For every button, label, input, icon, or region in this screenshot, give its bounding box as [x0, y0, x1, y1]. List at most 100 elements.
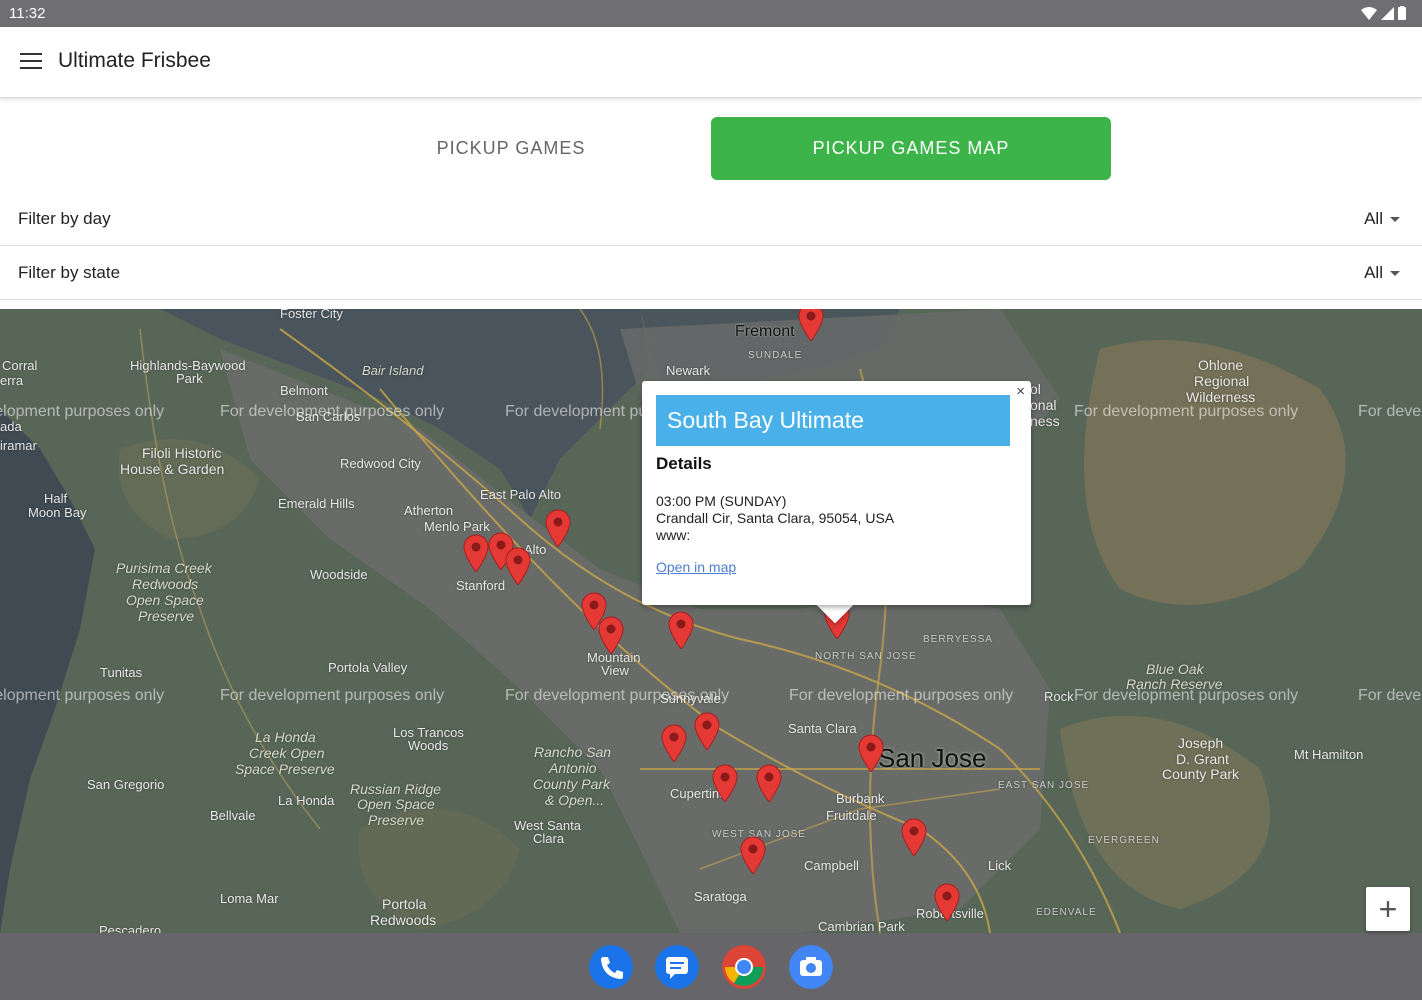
map-label-pescadero: Pescadero — [99, 923, 162, 933]
map-pin-marker[interactable] — [660, 724, 688, 762]
filter-state-select[interactable]: All — [1364, 263, 1400, 283]
map-label-sundale: SUNDALE — [748, 350, 803, 361]
zoom-in-button[interactable]: + — [1366, 887, 1410, 931]
open-in-map-link[interactable]: Open in map — [656, 559, 736, 575]
map-label-rancho-4: & Open... — [545, 792, 605, 808]
map-label-east-palo-alto: East Palo Alto — [480, 487, 561, 502]
map-pin-marker[interactable] — [597, 616, 625, 654]
map-label-purisima-1: Purisima Creek — [116, 560, 212, 576]
filter-day-value: All — [1364, 209, 1383, 228]
map-label-onal: onal — [1030, 397, 1057, 413]
map-label-east-san-jose: EAST SAN JOSE — [998, 780, 1090, 791]
game-website: www: — [656, 527, 691, 543]
map-label-san-gregorio: San Gregorio — [87, 777, 165, 792]
filter-state-value: All — [1364, 263, 1383, 282]
map-label-woodside: Woodside — [310, 567, 368, 582]
navigation-bar — [0, 933, 1422, 1000]
filter-state-row[interactable]: Filter by state All — [0, 246, 1422, 300]
map-pin-marker[interactable] — [693, 712, 721, 750]
map-label-purisima-4: Preserve — [138, 608, 195, 624]
map-label-saratoga: Saratoga — [694, 889, 747, 904]
map-label-joseph-2: D. Grant — [1176, 751, 1229, 767]
map-label-emerald-hills: Emerald Hills — [278, 496, 355, 511]
map-label-edenvale: EDENVALE — [1036, 907, 1097, 918]
wifi-icon — [1361, 6, 1377, 20]
map-label-burbank: Burbank — [836, 791, 885, 806]
map-label-la-honda: La Honda — [278, 793, 335, 808]
map-label-half: Half — [44, 491, 68, 506]
info-window: × South Bay Ultimate Details 03:00 PM (S… — [642, 381, 1031, 605]
dropdown-arrow-icon — [1390, 270, 1400, 276]
map-label-ness: ness — [1030, 413, 1060, 429]
info-window-title: South Bay Ultimate — [656, 395, 1010, 446]
map-pin-marker[interactable] — [857, 734, 885, 772]
map-label-park: Park — [176, 371, 203, 386]
map-label-fremont: Fremont — [735, 323, 795, 340]
map-label-moon-bay: Moon Bay — [28, 505, 87, 520]
tab-pickup-games[interactable]: PICKUP GAMES — [311, 117, 711, 180]
map-label-belmont: Belmont — [280, 383, 328, 398]
dev-watermark: For development purposes only — [220, 687, 445, 704]
map-label-campbell: Campbell — [804, 858, 859, 873]
game-address: Crandall Cir, Santa Clara, 95054, USA — [656, 510, 895, 526]
map-pin-marker[interactable] — [933, 883, 961, 921]
map-pin-marker[interactable] — [544, 509, 572, 547]
map-label-tunitas: Tunitas — [100, 665, 143, 680]
filter-day-row[interactable]: Filter by day All — [0, 192, 1422, 246]
map-label-cambrian-park: Cambrian Park — [818, 919, 905, 933]
map-label-portola-1: Portola — [382, 896, 427, 912]
map-pin-marker[interactable] — [755, 764, 783, 802]
map-label-russian-1: Russian Ridge — [350, 781, 442, 797]
map-pin-marker[interactable] — [900, 818, 928, 856]
map-pin-marker[interactable] — [797, 309, 825, 341]
map-label-iramar: iramar — [0, 438, 37, 453]
map-label-ol: ol — [1030, 381, 1041, 397]
phone-app-icon[interactable] — [589, 945, 633, 989]
dev-watermark: For development purposes only — [1358, 403, 1422, 420]
map-label-foster-city: Foster City — [280, 309, 343, 321]
tab-pickup-games-map[interactable]: PICKUP GAMES MAP — [711, 117, 1111, 180]
map-label-north-san-jose: NORTH SAN JOSE — [815, 651, 917, 662]
game-time: 03:00 PM (SUNDAY) — [656, 493, 787, 509]
signal-icon — [1381, 6, 1394, 20]
map-pin-marker[interactable] — [711, 764, 739, 802]
map-pin-marker[interactable] — [739, 836, 767, 874]
map-pin-marker[interactable] — [667, 611, 695, 649]
menu-icon[interactable] — [20, 53, 42, 71]
map-label-russian-3: Preserve — [368, 812, 425, 828]
map-label-corral: Corral — [2, 358, 38, 373]
dev-watermark: For development purposes only — [1074, 403, 1299, 420]
map-label-bair-island: Bair Island — [362, 363, 424, 378]
app-title: Ultimate Frisbee — [58, 49, 211, 72]
map-label-west-santa-clara-2: Clara — [533, 831, 565, 846]
dev-watermark: For development purposes only — [1358, 687, 1422, 704]
battery-icon — [1398, 6, 1406, 20]
map-label-blue-oak-1: Blue Oak — [1146, 661, 1204, 677]
filter-day-select[interactable]: All — [1364, 209, 1400, 229]
camera-app-icon[interactable] — [789, 945, 833, 989]
map-label-view: View — [601, 663, 629, 678]
map-label-house-garden: House & Garden — [120, 461, 225, 477]
map-label-san-jose: San Jose — [878, 743, 987, 773]
close-icon[interactable]: × — [1016, 383, 1025, 400]
map-label-atherton: Atherton — [404, 503, 454, 518]
map-label-ada: ada — [0, 419, 22, 434]
map-label-berryessa: BERRYESSA — [923, 634, 993, 645]
map-pin-marker[interactable] — [462, 534, 490, 572]
map-label-lick: Lick — [988, 858, 1012, 873]
status-time: 11:32 — [9, 5, 46, 22]
status-bar: 11:32 — [0, 0, 1422, 27]
chrome-app-icon[interactable] — [722, 945, 766, 989]
map-label-rancho-1: Rancho San — [534, 744, 612, 760]
messages-app-icon[interactable] — [655, 945, 699, 989]
map-pin-marker[interactable] — [504, 547, 532, 585]
map-label-bellvale: Bellvale — [210, 808, 256, 823]
app-bar: Ultimate Frisbee — [0, 27, 1422, 98]
map-label-portola-2: Redwoods — [370, 912, 437, 928]
map-label-la-honda-creek-3: Space Preserve — [235, 761, 335, 777]
map-label-joseph-1: Joseph — [1178, 735, 1224, 751]
map-label-russian-2: Open Space — [357, 796, 435, 812]
dev-watermark: For development purposes only — [0, 687, 165, 704]
map-label-ohlone-1: Ohlone — [1198, 357, 1244, 373]
filter-day-label: Filter by day — [18, 209, 111, 228]
